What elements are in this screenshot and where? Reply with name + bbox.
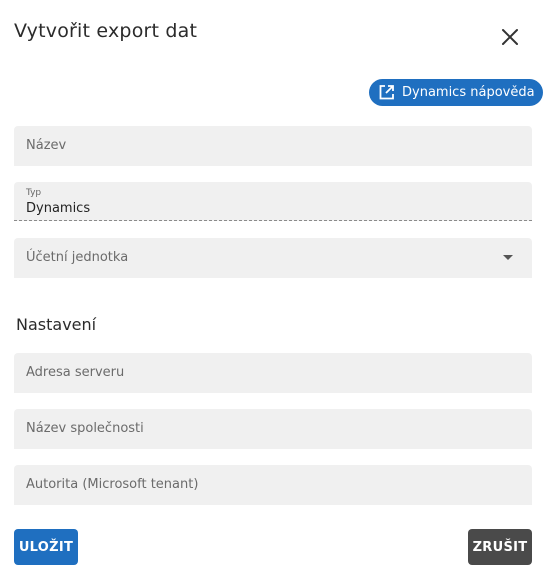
server-address-placeholder: Adresa serveru xyxy=(26,365,125,380)
server-address-field[interactable]: Adresa serveru xyxy=(14,353,532,393)
authority-field[interactable]: Autorita (Microsoft tenant) xyxy=(14,465,532,505)
authority-placeholder: Autorita (Microsoft tenant) xyxy=(26,477,199,492)
caret-down-icon xyxy=(503,255,513,260)
accounting-unit-placeholder: Účetní jednotka xyxy=(26,250,129,265)
open-in-new-icon xyxy=(378,84,395,101)
accounting-unit-select[interactable]: Účetní jednotka xyxy=(14,238,532,278)
type-field[interactable]: Typ Dynamics xyxy=(14,182,532,221)
company-name-placeholder: Název společnosti xyxy=(26,421,144,436)
name-field[interactable]: Název xyxy=(14,126,532,166)
dynamics-help-button[interactable]: Dynamics nápověda xyxy=(369,79,543,106)
create-export-dialog: Vytvořit export dat Dynamics nápověda Ná… xyxy=(0,0,543,573)
type-value: Dynamics xyxy=(26,201,91,216)
settings-heading: Nastavení xyxy=(16,315,97,334)
name-placeholder: Název xyxy=(26,138,67,153)
close-icon[interactable] xyxy=(499,26,521,48)
company-name-field[interactable]: Název společnosti xyxy=(14,409,532,449)
dialog-title: Vytvořit export dat xyxy=(14,20,198,42)
dynamics-help-label: Dynamics nápověda xyxy=(402,85,535,100)
cancel-button[interactable]: ZRUŠIT xyxy=(468,529,532,565)
save-button[interactable]: ULOŽIT xyxy=(14,529,78,565)
type-label: Typ xyxy=(26,188,42,198)
